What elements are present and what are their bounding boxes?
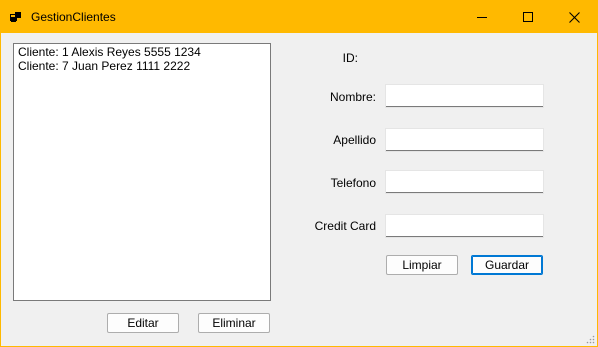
edit-button[interactable]: Editar: [107, 313, 179, 333]
list-item[interactable]: Cliente: 1 Alexis Reyes 5555 1234: [18, 45, 266, 59]
delete-button[interactable]: Eliminar: [198, 313, 270, 333]
save-button[interactable]: Guardar: [471, 255, 543, 275]
id-label: ID:: [342, 51, 358, 65]
telefono-field[interactable]: [385, 170, 544, 194]
nombre-field[interactable]: [385, 84, 544, 108]
close-icon: [568, 11, 580, 23]
resize-grip-icon[interactable]: [585, 334, 595, 344]
app-icon: [10, 12, 21, 22]
title-bar[interactable]: GestionClientes: [1, 1, 597, 33]
maximize-button[interactable]: [505, 1, 551, 33]
app-window: GestionClientes Cliente: 1 Alexis Reyes …: [0, 0, 598, 347]
minimize-icon: [477, 17, 487, 18]
credit-card-field[interactable]: [385, 214, 544, 238]
credit-card-label: Credit Card: [314, 219, 376, 233]
close-button[interactable]: [551, 1, 597, 33]
maximize-icon: [523, 12, 533, 22]
list-item[interactable]: Cliente: 7 Juan Perez 1111 2222: [18, 59, 266, 73]
nombre-label: Nombre:: [329, 90, 376, 104]
minimize-button[interactable]: [459, 1, 505, 33]
window-title: GestionClientes: [31, 10, 116, 24]
apellido-label: Apellido: [333, 133, 376, 147]
telefono-label: Telefono: [330, 176, 376, 190]
clients-listbox[interactable]: Cliente: 1 Alexis Reyes 5555 1234 Client…: [13, 43, 271, 301]
apellido-field[interactable]: [385, 128, 544, 152]
clear-button[interactable]: Limpiar: [386, 255, 458, 275]
